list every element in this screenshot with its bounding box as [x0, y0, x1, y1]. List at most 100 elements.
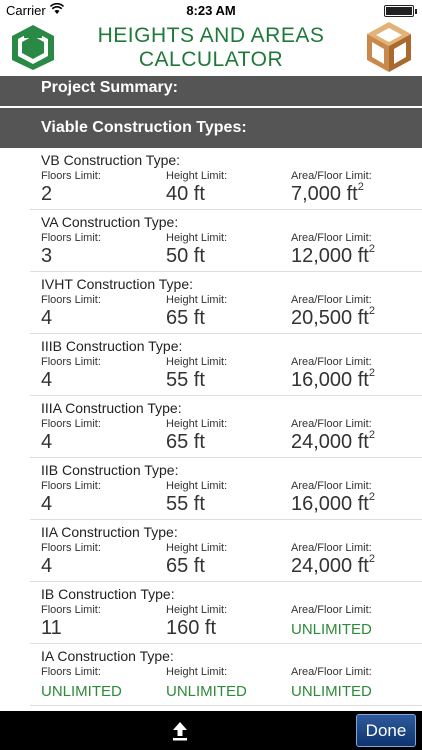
height-limit-value: 55 ft [166, 369, 227, 392]
height-limit-value-text: 55 ft [166, 369, 205, 391]
construction-type-row[interactable]: VA Construction Type: Floors Limit: 3 Heigh… [0, 210, 422, 272]
status-bar: Carrier 8:23 AM [0, 0, 422, 20]
floors-limit-column: Floors Limit: 4 [41, 294, 101, 330]
height-limit-value-text: 160 ft [166, 617, 217, 639]
floors-limit-value: 4 [41, 493, 101, 516]
app-title-line2: CALCULATOR [138, 48, 284, 71]
floors-limit-value: 4 [41, 369, 101, 392]
height-limit-label: Height Limit: [166, 294, 228, 306]
height-limit-value-text: 65 ft [166, 307, 205, 329]
height-limit-column: Height Limit: 65 ft [166, 294, 227, 330]
height-limit-label: Height Limit: [166, 480, 228, 492]
area-floor-limit-value-text: 7,000 ft [291, 183, 358, 205]
area-floor-limit-value: 16,000 ft2 [291, 491, 375, 516]
floors-limit-column: Floors Limit: UNLIMITED [41, 666, 122, 700]
floors-limit-value-text: 4 [41, 431, 53, 453]
construction-type-label: IIIB Construction Type: [41, 338, 183, 354]
height-limit-column: Height Limit: 50 ft [166, 232, 227, 268]
floors-limit-value: 4 [41, 307, 101, 330]
floors-limit-value-text: 4 [41, 555, 53, 577]
floors-limit-value-text: 11 [41, 617, 62, 639]
app-logo-icon [12, 25, 54, 70]
area-floor-limit-value-text: 24,000 ft [291, 555, 369, 577]
squared-superscript: 2 [368, 367, 375, 380]
height-limit-value: 50 ft [166, 245, 227, 268]
area-floor-limit-value: 24,000 ft2 [291, 553, 375, 578]
height-limit-value-text: 40 ft [166, 183, 205, 205]
area-floor-limit-column: Area/Floor Limit: 24,000 ft2 [291, 542, 375, 578]
wooden-cube-icon[interactable] [364, 20, 414, 74]
area-floor-limit-value: UNLIMITED [291, 621, 372, 638]
share-upload-icon[interactable] [168, 719, 192, 743]
height-limit-column: Height Limit: 55 ft [166, 480, 227, 516]
area-floor-limit-value-text: UNLIMITED [291, 621, 372, 638]
squared-superscript: 2 [368, 429, 375, 442]
floors-limit-column: Floors Limit: 4 [41, 356, 101, 392]
area-floor-limit-label: Area/Floor Limit: [291, 232, 372, 244]
construction-type-label: IB Construction Type: [41, 586, 175, 602]
area-floor-limit-column: Area/Floor Limit: 16,000 ft2 [291, 480, 375, 516]
area-floor-limit-value-text: 16,000 ft [291, 369, 369, 391]
floors-limit-label: Floors Limit: [41, 418, 101, 430]
construction-types-list[interactable]: VB Construction Type: Floors Limit: 2 Heigh… [0, 148, 422, 711]
area-floor-limit-value-text: 20,500 ft [291, 307, 369, 329]
area-floor-limit-value-text: 24,000 ft [291, 431, 369, 453]
height-limit-value: 65 ft [166, 307, 227, 330]
viable-types-header: Viable Construction Types: [0, 108, 422, 148]
construction-type-label: IVHT Construction Type: [41, 276, 193, 292]
area-floor-limit-value: 12,000 ft2 [291, 243, 375, 268]
height-limit-column: Height Limit: 65 ft [166, 418, 227, 454]
floors-limit-column: Floors Limit: 4 [41, 542, 101, 578]
area-floor-limit-column: Area/Floor Limit: 16,000 ft2 [291, 356, 375, 392]
height-limit-label: Height Limit: [166, 418, 228, 430]
floors-limit-column: Floors Limit: 4 [41, 418, 101, 454]
floors-limit-value-text: 4 [41, 369, 53, 391]
area-floor-limit-label: Area/Floor Limit: [291, 542, 372, 554]
construction-type-row[interactable]: IB Construction Type: Floors Limit: 11 Heig… [0, 582, 422, 644]
app-title-line1: HEIGHTS AND AREAS [97, 24, 325, 47]
battery-icon [384, 5, 417, 17]
floors-limit-label: Floors Limit: [41, 294, 101, 306]
status-time: 8:23 AM [186, 3, 236, 18]
area-floor-limit-label: Area/Floor Limit: [291, 294, 372, 306]
squared-superscript: 2 [368, 553, 375, 566]
squared-superscript: 2 [368, 491, 375, 504]
height-limit-label: Height Limit: [166, 542, 228, 554]
height-limit-value: 55 ft [166, 493, 227, 516]
construction-type-row[interactable]: IIB Construction Type: Floors Limit: 4 Heig… [0, 458, 422, 520]
project-summary-header[interactable]: Project Summary: [0, 76, 422, 106]
construction-type-row[interactable]: IA Construction Type: Floors Limit: UNLIMI… [0, 644, 422, 706]
floors-limit-value: 3 [41, 245, 101, 268]
bottom-toolbar: Done [0, 711, 422, 750]
construction-type-row[interactable]: IVHT Construction Type: Floors Limit: 4 Hei… [0, 272, 422, 334]
area-floor-limit-label: Area/Floor Limit: [291, 480, 372, 492]
area-floor-limit-value: 16,000 ft2 [291, 367, 375, 392]
height-limit-value: 40 ft [166, 183, 227, 206]
construction-type-label: VB Construction Type: [41, 152, 181, 168]
height-limit-value-text: 65 ft [166, 431, 205, 453]
height-limit-label: Height Limit: [166, 666, 228, 678]
floors-limit-label: Floors Limit: [41, 232, 101, 244]
squared-superscript: 2 [368, 305, 375, 318]
height-limit-label: Height Limit: [166, 232, 228, 244]
done-button[interactable]: Done [356, 714, 416, 747]
floors-limit-label: Floors Limit: [41, 604, 101, 616]
construction-type-row[interactable]: VB Construction Type: Floors Limit: 2 Heigh… [0, 148, 422, 210]
height-limit-label: Height Limit: [166, 604, 228, 616]
construction-type-row[interactable]: IIIA Construction Type: Floors Limit: 4 Hei… [0, 396, 422, 458]
height-limit-label: Height Limit: [166, 356, 228, 368]
floors-limit-value-text: 4 [41, 493, 53, 515]
height-limit-value-text: 65 ft [166, 555, 205, 577]
construction-type-row[interactable]: IIIB Construction Type: Floors Limit: 4 Hei… [0, 334, 422, 396]
floors-limit-label: Floors Limit: [41, 170, 101, 182]
area-floor-limit-value: 7,000 ft2 [291, 181, 372, 206]
construction-type-label: VA Construction Type: [41, 214, 179, 230]
construction-type-label: IIIA Construction Type: [41, 400, 182, 416]
area-floor-limit-value-text: UNLIMITED [291, 683, 372, 700]
area-floor-limit-value: 20,500 ft2 [291, 305, 375, 330]
floors-limit-value: UNLIMITED [41, 683, 122, 700]
area-floor-limit-column: Area/Floor Limit: 7,000 ft2 [291, 170, 372, 206]
construction-type-label: IIB Construction Type: [41, 462, 179, 478]
floors-limit-column: Floors Limit: 4 [41, 480, 101, 516]
construction-type-row[interactable]: IIA Construction Type: Floors Limit: 4 Heig… [0, 520, 422, 582]
